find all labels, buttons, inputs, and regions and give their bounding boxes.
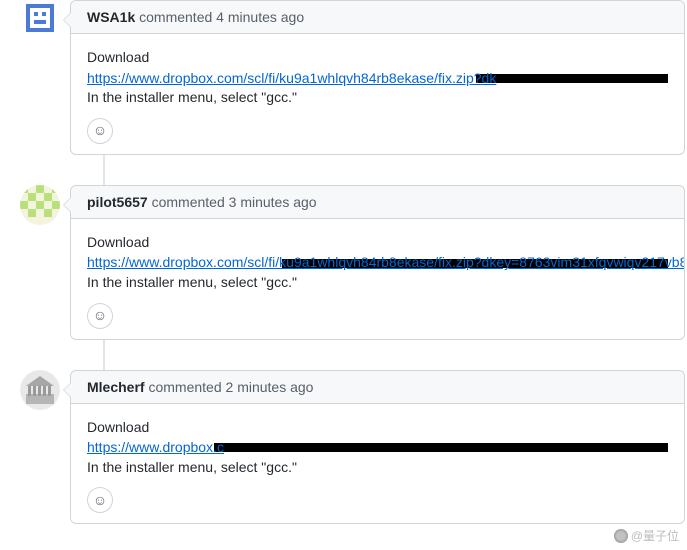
- avatar[interactable]: [20, 185, 60, 225]
- author-link[interactable]: pilot5657: [87, 194, 148, 210]
- download-link[interactable]: https://www.dropbox.com/scl/fi/ku9a1whlq…: [87, 69, 496, 89]
- comment-header: Mlecherf commented 2 minutes ago: [71, 371, 684, 404]
- download-label: Download: [87, 233, 668, 253]
- comment-header: WSA1k commented 4 minutes ago: [71, 1, 684, 34]
- comment-body: Download https://www.dropbox.com/scl/fi/…: [71, 34, 684, 154]
- author-link[interactable]: WSA1k: [87, 9, 135, 25]
- comment-body: Download https://www.dropbox.com/scl/fi/…: [71, 219, 684, 339]
- download-link[interactable]: https://www.dropbox.com/scl/fi/ku9a1whlq…: [87, 253, 684, 273]
- comment-box: pilot5657 commented 3 minutes ago Downlo…: [70, 185, 685, 340]
- smile-icon: ☺: [93, 491, 107, 511]
- download-label: Download: [87, 48, 668, 68]
- timestamp-link[interactable]: 3 minutes ago: [229, 194, 317, 210]
- timestamp-link[interactable]: 4 minutes ago: [216, 9, 304, 25]
- author-link[interactable]: Mlecherf: [87, 379, 145, 395]
- add-reaction-button[interactable]: ☺: [87, 118, 113, 144]
- watermark-text: @量子位: [631, 527, 679, 544]
- comment-box: WSA1k commented 4 minutes ago Download h…: [70, 0, 685, 155]
- redaction-bar: [214, 443, 668, 452]
- redaction-bar: [476, 74, 668, 83]
- comment-header: pilot5657 commented 3 minutes ago: [71, 186, 684, 219]
- instruction-text: In the installer menu, select "gcc.": [87, 273, 668, 293]
- comment-action: commented: [139, 9, 212, 25]
- timestamp-link[interactable]: 2 minutes ago: [226, 379, 314, 395]
- comment-box: Mlecherf commented 2 minutes ago Downloa…: [70, 370, 685, 525]
- smile-icon: ☺: [93, 121, 107, 141]
- avatar[interactable]: [20, 370, 60, 410]
- watermark: @量子位: [614, 527, 679, 544]
- comment-action: commented: [152, 194, 225, 210]
- avatar[interactable]: [20, 0, 60, 40]
- comment-item: pilot5657 commented 3 minutes ago Downlo…: [70, 185, 687, 340]
- watermark-icon: [614, 529, 628, 543]
- download-link[interactable]: https://www.dropbox.c: [87, 438, 224, 458]
- comment-body: Download https://www.dropbox.c In the in…: [71, 404, 684, 524]
- comment-action: commented: [148, 379, 221, 395]
- instruction-text: In the installer menu, select "gcc.": [87, 88, 668, 108]
- comment-item: Mlecherf commented 2 minutes ago Downloa…: [70, 370, 687, 525]
- comment-item: WSA1k commented 4 minutes ago Download h…: [70, 0, 687, 155]
- instruction-text: In the installer menu, select "gcc.": [87, 458, 668, 478]
- smile-icon: ☺: [93, 306, 107, 326]
- add-reaction-button[interactable]: ☺: [87, 487, 113, 513]
- add-reaction-button[interactable]: ☺: [87, 303, 113, 329]
- download-label: Download: [87, 418, 668, 438]
